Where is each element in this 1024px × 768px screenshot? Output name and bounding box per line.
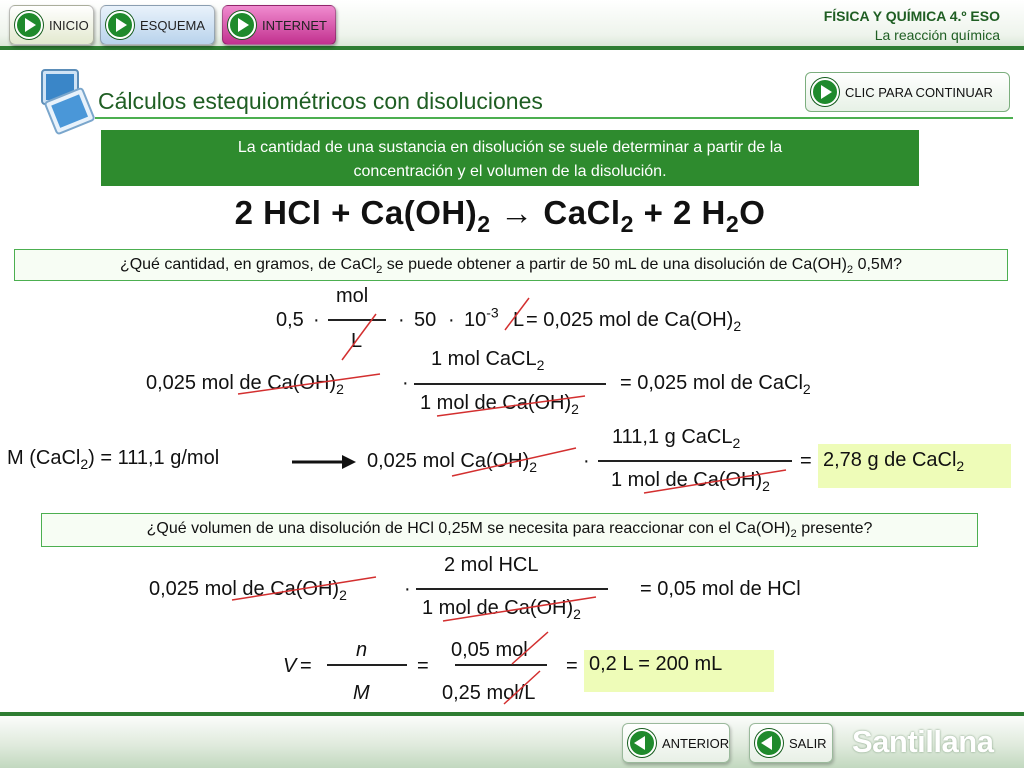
salir-button[interactable]: SALIR (749, 723, 833, 763)
strike-line (341, 313, 377, 361)
cancellation-strikes (231, 297, 787, 705)
strike-line (237, 373, 381, 395)
salir-label: SALIR (789, 735, 827, 751)
anterior-label: ANTERIOR (662, 735, 730, 751)
strike-line (504, 297, 530, 331)
santillana-logo: Santillana (852, 724, 994, 759)
strike-line (503, 670, 541, 705)
strike-line (643, 469, 787, 494)
strike-line (451, 447, 577, 477)
strike-line (511, 631, 549, 665)
strike-line (231, 576, 377, 601)
anterior-button[interactable]: ANTERIOR (622, 723, 730, 763)
strike-line (442, 596, 597, 622)
back-arrow-icon (755, 729, 783, 757)
footer-divider (0, 712, 1024, 716)
back-arrow-icon (628, 729, 656, 757)
strike-line (436, 395, 586, 417)
